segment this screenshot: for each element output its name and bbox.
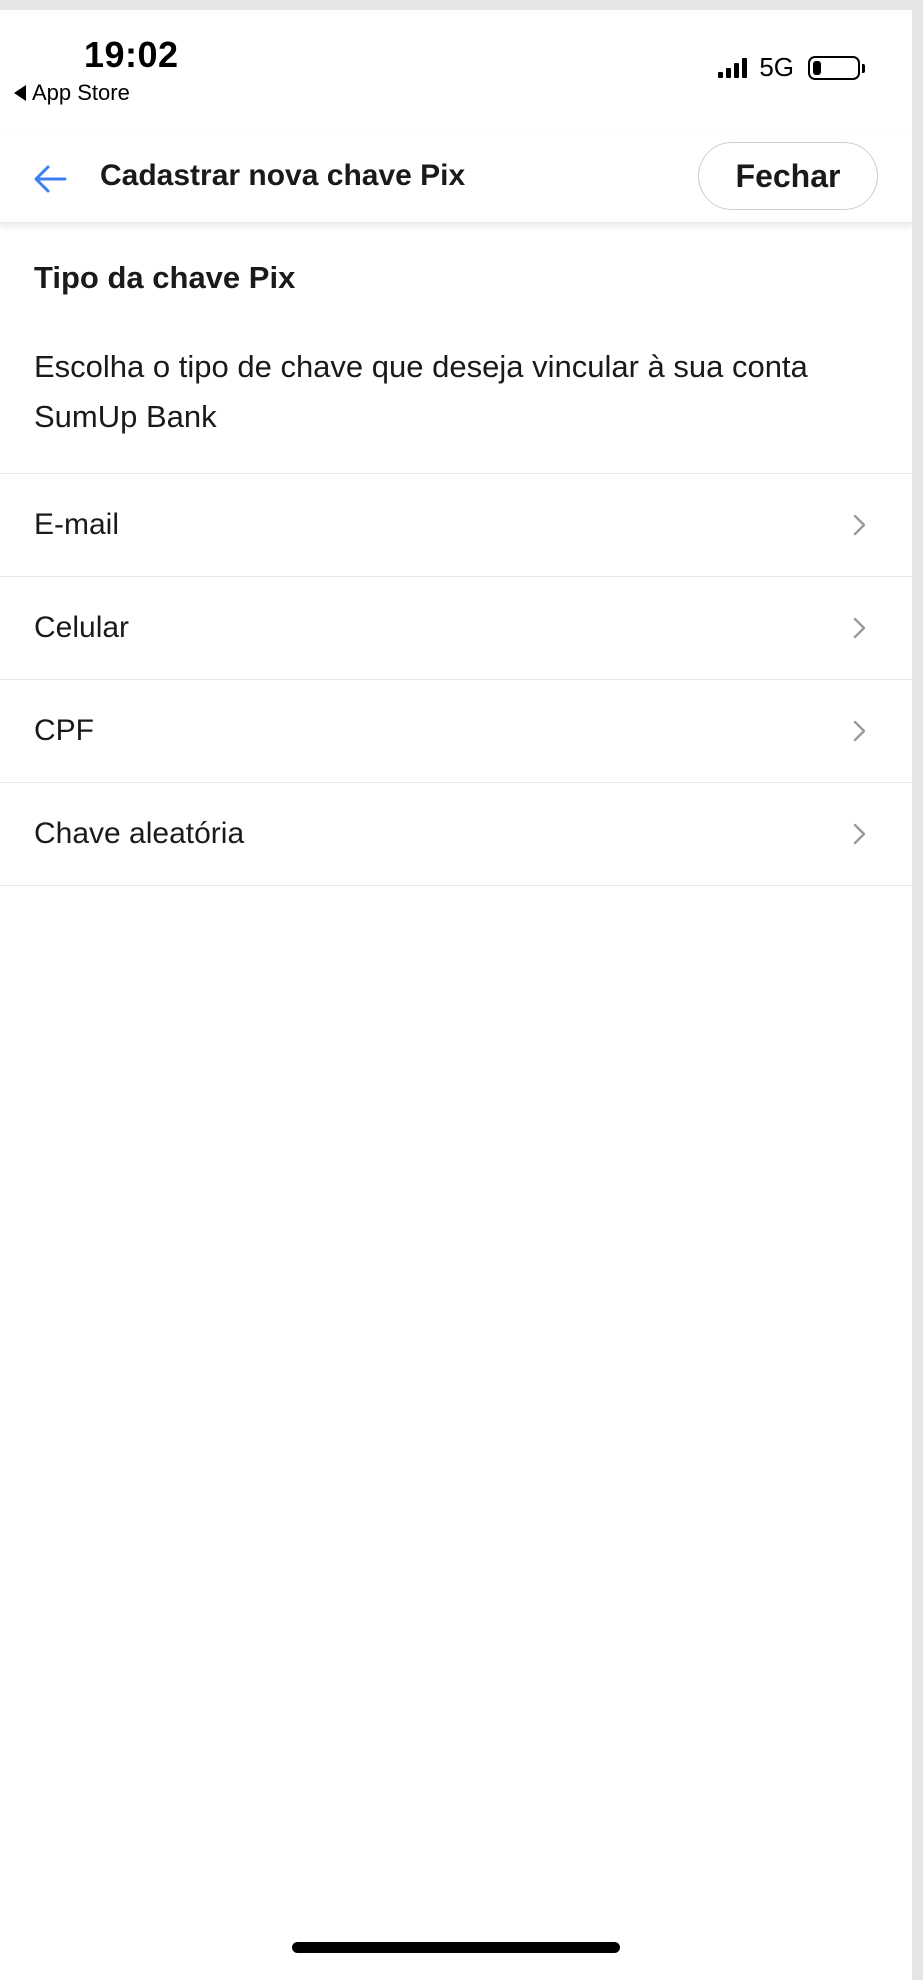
back-app-label: App Store <box>32 80 130 105</box>
section-title: Tipo da chave Pix <box>34 260 296 295</box>
app-screen: 19:02 App Store 5G Cadastrar nova chave … <box>0 10 912 1980</box>
key-type-item-cpf[interactable]: CPF <box>0 680 912 783</box>
key-type-item-phone[interactable]: Celular <box>0 577 912 680</box>
key-type-label: Celular <box>34 611 130 644</box>
chevron-right-icon <box>850 822 870 846</box>
network-type: 5G <box>759 52 794 82</box>
back-button[interactable] <box>28 157 72 201</box>
cellular-signal-icon <box>718 57 748 78</box>
back-to-app-store-link[interactable]: App Store <box>14 80 130 106</box>
back-triangle-icon <box>14 85 26 101</box>
key-type-label: Chave aleatória <box>34 817 245 850</box>
page-title: Cadastrar nova chave Pix <box>100 159 466 192</box>
section-description: Escolha o tipo de chave que deseja vincu… <box>34 349 808 434</box>
battery-icon <box>808 55 865 80</box>
status-indicators: 5G <box>718 52 865 83</box>
status-bar: 19:02 App Store 5G <box>0 10 912 135</box>
key-type-list: E-mail Celular CPF Chave aleatória <box>0 473 912 886</box>
arrow-left-icon <box>34 165 67 193</box>
key-type-label: CPF <box>34 714 94 747</box>
chevron-right-icon <box>850 616 870 640</box>
key-type-label: E-mail <box>34 508 120 541</box>
key-type-item-random[interactable]: Chave aleatória <box>0 783 912 886</box>
battery-level <box>813 60 822 75</box>
close-button[interactable]: Fechar <box>698 142 878 210</box>
status-time: 19:02 <box>84 34 179 75</box>
key-type-item-email[interactable]: E-mail <box>0 474 912 577</box>
chevron-right-icon <box>850 513 870 537</box>
chevron-right-icon <box>850 719 870 743</box>
nav-header: Cadastrar nova chave Pix Fechar <box>0 135 912 223</box>
home-indicator[interactable] <box>292 1942 620 1953</box>
